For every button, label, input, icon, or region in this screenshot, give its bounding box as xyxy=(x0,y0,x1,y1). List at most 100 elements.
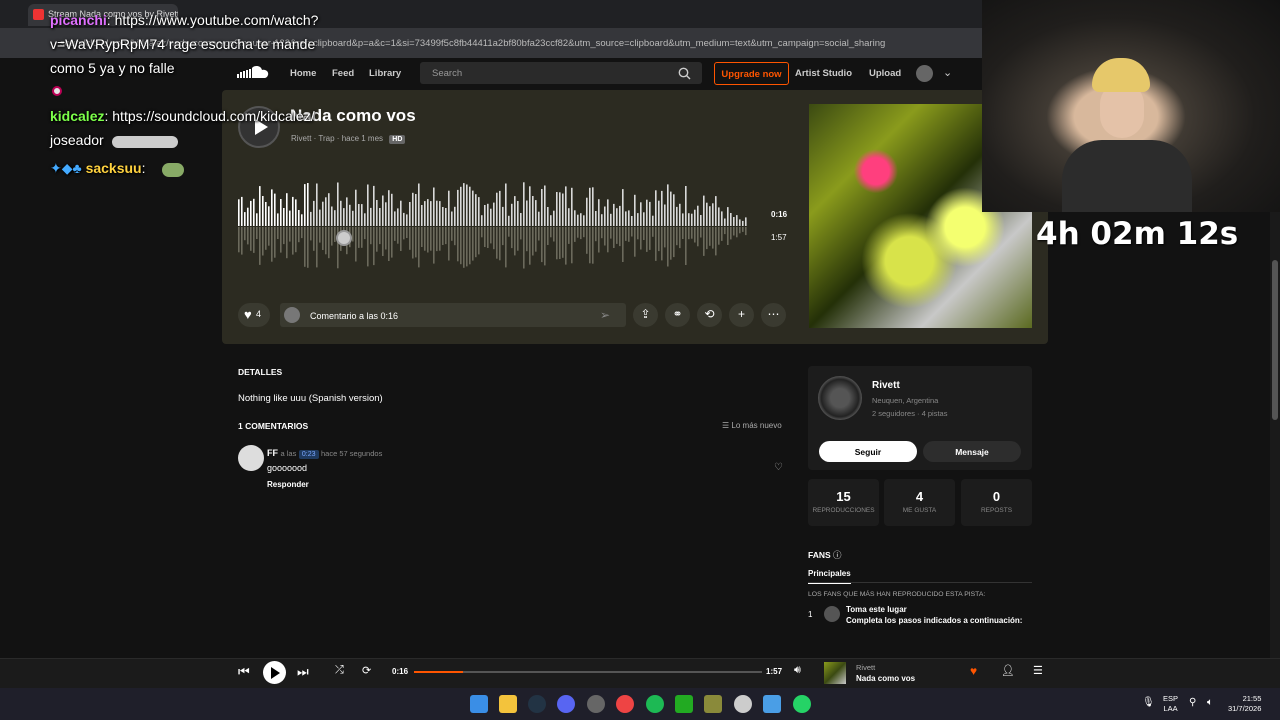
discord-icon[interactable] xyxy=(557,695,575,713)
soundcloud-logo-icon[interactable] xyxy=(236,64,270,82)
notepad-icon[interactable] xyxy=(763,695,781,713)
waveform-reflection-bar xyxy=(715,227,717,256)
waveform-reflection-bar xyxy=(556,227,558,260)
user-avatar[interactable] xyxy=(916,65,933,82)
message-button[interactable]: Mensaje xyxy=(923,441,1021,462)
comment-at-label: a las xyxy=(280,449,297,458)
waveform-reflection-bar xyxy=(592,227,594,264)
nav-home[interactable]: Home xyxy=(290,68,316,79)
nav-feed[interactable]: Feed xyxy=(332,68,354,79)
waveform-bar xyxy=(430,201,432,226)
waveform-reflection-bar xyxy=(331,227,333,246)
waveform-reflection-bar xyxy=(517,227,519,251)
steam-icon[interactable] xyxy=(528,695,546,713)
waveform-bar xyxy=(565,186,567,226)
obs-icon[interactable] xyxy=(587,695,605,713)
comment-timestamp[interactable]: 0:23 xyxy=(298,450,319,459)
waveform-reflection-bar xyxy=(427,227,429,253)
waveform-bar xyxy=(370,207,372,226)
queue-icon[interactable]: ☰ xyxy=(1033,664,1043,677)
follow-user-icon[interactable]: 👤︎ xyxy=(1001,664,1015,677)
waveform-bar xyxy=(421,205,423,226)
artist-stats: 2 seguidores · 4 pistas xyxy=(872,409,948,418)
like-button[interactable]: ♥ 4 xyxy=(238,303,270,327)
volume-icon[interactable]: 🔊︎ xyxy=(794,664,801,677)
comment-avatar[interactable] xyxy=(238,445,264,471)
progress-bar[interactable] xyxy=(414,671,762,673)
player-title[interactable]: Nada como vos xyxy=(856,674,915,683)
next-icon[interactable]: ⏭ xyxy=(297,664,309,680)
send-icon[interactable]: ➢ xyxy=(600,308,610,322)
microphone-icon[interactable]: 🎙︎ xyxy=(1142,697,1155,708)
track-artist-link[interactable]: Rivett xyxy=(291,134,311,143)
waveform-reflection-bar xyxy=(721,227,723,241)
comment-marker-avatar[interactable] xyxy=(336,230,352,246)
speaker-icon[interactable]: 🔈︎ xyxy=(1207,697,1213,708)
file-explorer-icon[interactable] xyxy=(499,695,517,713)
ccleaner-icon[interactable] xyxy=(734,695,752,713)
waveform-reflection-bar xyxy=(265,227,267,250)
sort-dropdown[interactable]: ☰ Lo más nuevo xyxy=(722,421,782,430)
previous-icon[interactable]: ⏮ xyxy=(238,664,250,680)
waveform-bar xyxy=(574,210,576,226)
repost-button[interactable]: ⟲ xyxy=(697,303,722,327)
waveform-bar xyxy=(730,213,732,226)
player-play-button[interactable] xyxy=(263,661,286,684)
scrollbar-thumb[interactable] xyxy=(1272,260,1278,420)
player-artwork[interactable] xyxy=(824,662,846,684)
chevron-down-icon[interactable]: ⌄ xyxy=(943,66,952,79)
waveform-reflection-bar xyxy=(700,227,702,238)
language-indicator[interactable]: ESP LAA xyxy=(1163,694,1178,714)
nav-artist-studio[interactable]: Artist Studio xyxy=(795,68,852,79)
chrome-icon[interactable] xyxy=(616,695,634,713)
search-icon[interactable] xyxy=(678,67,691,80)
add-to-playlist-button[interactable]: + xyxy=(729,303,754,327)
artist-name[interactable]: Rivett xyxy=(872,380,900,391)
waveform-reflection-bar xyxy=(670,227,672,260)
more-button[interactable]: ⋯ xyxy=(761,303,786,327)
waveform-bar xyxy=(334,210,336,226)
spotify-icon[interactable] xyxy=(646,695,664,713)
badge-icons: ✦◆♣ xyxy=(50,160,82,176)
nav-library[interactable]: Library xyxy=(369,68,401,79)
shuffle-icon[interactable]: ⤮ xyxy=(335,664,344,677)
waveform-bar xyxy=(352,210,354,226)
sort-label: Lo más nuevo xyxy=(731,421,782,430)
clock[interactable]: 21:55 31/7/2026 xyxy=(1228,694,1261,714)
app-icon[interactable] xyxy=(675,695,693,713)
comment-username[interactable]: FF xyxy=(267,448,278,458)
follow-button[interactable]: Seguir xyxy=(819,441,917,462)
windows-start-icon[interactable] xyxy=(470,695,488,713)
repeat-icon[interactable]: ⟳ xyxy=(362,664,371,677)
whatsapp-icon[interactable] xyxy=(793,695,811,713)
waveform-bar xyxy=(580,213,582,226)
chat-line: ✦◆♣ sacksuu: xyxy=(50,160,146,176)
share-button[interactable]: ⇪ xyxy=(633,303,658,327)
nav-upload[interactable]: Upload xyxy=(869,68,901,79)
game-icon[interactable] xyxy=(704,695,722,713)
copy-link-button[interactable]: ⚭ xyxy=(665,303,690,327)
info-icon[interactable]: ⓘ xyxy=(833,550,842,560)
comment-like-icon[interactable]: ♡ xyxy=(774,462,783,473)
waveform-reflection-bar xyxy=(304,227,306,267)
network-icon[interactable]: ⚲ xyxy=(1189,697,1196,708)
upgrade-button[interactable]: Upgrade now xyxy=(714,62,789,85)
waveform-bar xyxy=(457,189,459,226)
track-genre[interactable]: Trap xyxy=(318,134,334,143)
waveform-bar xyxy=(697,205,699,226)
waveform[interactable] xyxy=(238,178,768,270)
waveform-reflection-bar xyxy=(244,227,246,241)
waveform-reflection-bar xyxy=(481,227,483,238)
waveform-reflection-bar xyxy=(250,227,252,251)
player-artist[interactable]: Rivett xyxy=(856,663,875,672)
search-input[interactable]: Search xyxy=(420,62,702,84)
reply-button[interactable]: Responder xyxy=(267,480,309,489)
waveform-bar xyxy=(604,206,606,226)
player-like-icon[interactable]: ♥ xyxy=(970,664,977,678)
waveform-bar xyxy=(481,215,483,226)
fan-rank: 1 xyxy=(808,610,813,619)
waveform-reflection-bar xyxy=(553,227,555,242)
artist-avatar[interactable] xyxy=(818,376,862,420)
waveform-bar xyxy=(415,194,417,226)
waveform-reflection-bar xyxy=(283,227,285,245)
